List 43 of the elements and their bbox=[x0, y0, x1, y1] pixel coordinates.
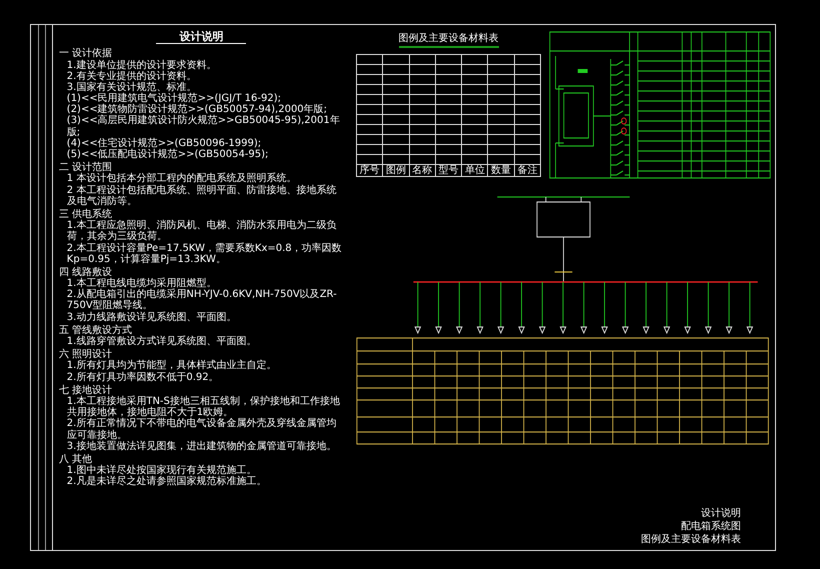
note-text: 2.所有正常情况下不带电的电气设备金属外壳及穿线金属管均应可靠接地。 bbox=[66, 418, 338, 440]
note-text: (5)<<低压配电设计规范>>(GB50054-95); bbox=[66, 149, 270, 160]
title-block-text: 配电箱系统图 bbox=[680, 520, 741, 533]
note-text: 1.本工程接地采用TN-S接地三相五线制，保护接地和工作接地共用接地体，接地电阻不大于1欧姆。 bbox=[66, 396, 341, 418]
section-heading: 八 其他 bbox=[58, 454, 92, 465]
title-block-text: 图例及主要设备材料表 bbox=[641, 533, 741, 546]
note-text: (3)<<高层民用建筑设计防火规范>>GB50045-95),2001年版; bbox=[66, 115, 341, 138]
note-text: (4)<<住宅设计规范>>(GB50096-1999); bbox=[66, 138, 262, 149]
section-heading: 七 接地设计 bbox=[58, 384, 112, 396]
table-header: 数量 bbox=[488, 164, 514, 176]
note-text: (1)<<民用建筑电气设计规范>>(JGJ/T 16-92); bbox=[66, 93, 282, 104]
note-text: 2.所有灯具功率因数不低于0.92。 bbox=[66, 372, 220, 383]
table-header: 序号 bbox=[356, 164, 383, 176]
note-text: 1 本设计包括本分部工程内的配电系统及照明系统。 bbox=[66, 173, 298, 184]
note-text: 2.凡是未详尽之处请参照国家规范标准施工。 bbox=[66, 476, 268, 488]
note-text: 1.线路穿管敷设方式详见系统图、平面图。 bbox=[66, 336, 258, 348]
table-header: 单位 bbox=[462, 164, 488, 176]
note-text: 1.图中未详尽处按国家现行有关规范施工。 bbox=[66, 465, 258, 476]
note-text: 1.建设单位提供的设计要求资料。 bbox=[66, 60, 218, 70]
table-title: 图例及主要设备材料表 bbox=[398, 31, 498, 48]
note-text: 2.从配电箱引出的电缆采用NH-YJV-0.6KV,NH-750V以及ZR-750V型阻燃导线。 bbox=[66, 289, 338, 312]
table-header: 备注 bbox=[514, 164, 540, 176]
table-header: 名称 bbox=[409, 164, 436, 176]
note-text: 2 本工程设计包括配电系统、照明平面、防雷接地、接地系统及电气消防等。 bbox=[66, 184, 338, 207]
note-text: 1.本工程应急照明、消防风机、电梯、消防水泵用电为二级负荷，其余为三级负荷。 bbox=[66, 220, 338, 242]
section-heading: 二 设计范围 bbox=[58, 162, 112, 174]
section-heading: 六 照明设计 bbox=[58, 349, 112, 360]
note-text: 1.本工程电线电缆均采用阻燃型。 bbox=[66, 278, 218, 290]
table-header: 型号 bbox=[435, 164, 462, 176]
note-text: (2)<<建筑物防雷设计规范>>(GB50057-94),2000年版; bbox=[66, 104, 328, 116]
note-text: 3.动力线路敷设详见系统图、平面图。 bbox=[66, 312, 238, 323]
note-text: 2.有关专业提供的设计资料。 bbox=[66, 70, 196, 82]
section-heading: 四 线路敷设 bbox=[58, 266, 112, 278]
note-text: 1.所有灯具均为节能型，具体样式由业主自定。 bbox=[66, 360, 278, 372]
table-header: 图例 bbox=[382, 164, 410, 176]
section-heading: 一 设计依据 bbox=[58, 48, 113, 60]
note-text: 3.接地装置做法详见图集，进出建筑物的金属管道可靠接地。 bbox=[66, 440, 338, 452]
note-text: 2.本工程设计容量Pe=17.5KW，需要系数Kx=0.8，功率因数Kp=0.95，计算容量Pj=13.3KW。 bbox=[66, 242, 343, 265]
title-block-text: 设计说明 bbox=[700, 507, 741, 520]
note-text: 3.国家有关设计规范、标准。 bbox=[66, 82, 196, 93]
section-heading: 五 管线敷设方式 bbox=[58, 324, 133, 336]
section-heading: 三 供电系统 bbox=[58, 208, 112, 220]
notes-title: 设计说明 bbox=[156, 31, 246, 44]
